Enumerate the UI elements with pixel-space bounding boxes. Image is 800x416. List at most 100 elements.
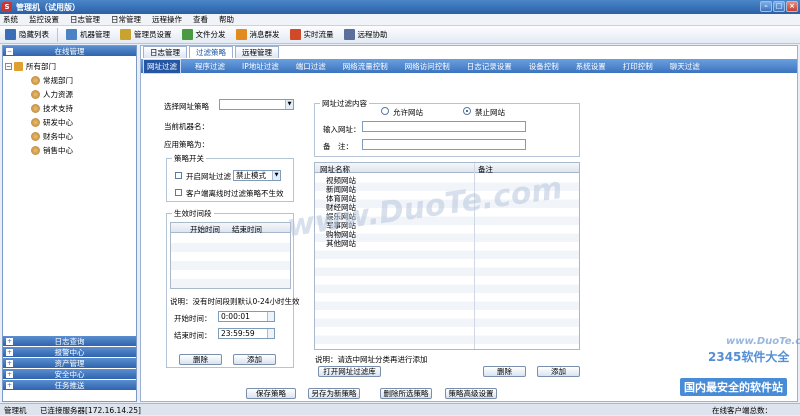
end-time-input[interactable]: 23:59:59 [218, 328, 275, 339]
subtab-program-filter[interactable]: 程序过滤 [192, 60, 228, 73]
subtab-device-control[interactable]: 设备控制 [526, 60, 562, 73]
chevron-down-icon: ▼ [285, 100, 293, 109]
menu-help[interactable]: 帮助 [219, 14, 234, 25]
message-broadcast-button[interactable]: 消息群发 [234, 29, 282, 40]
save-policy-button[interactable]: 保存策略 [246, 388, 296, 399]
nav-task-push[interactable]: + 任务推送 [3, 380, 136, 391]
subtab-print-control[interactable]: 打印控制 [620, 60, 656, 73]
remote-assist-button[interactable]: 远程协助 [342, 29, 390, 40]
policy-select[interactable]: ▼ [219, 99, 294, 110]
menu-daily-management[interactable]: 日常管理 [111, 14, 141, 25]
tree-item[interactable]: 技术支持 [31, 103, 73, 114]
open-url-library-button[interactable]: 打开网址过滤库 [318, 366, 381, 377]
advanced-policy-settings-button[interactable]: 策略高级设置 [445, 388, 497, 399]
subtab-system-settings[interactable]: 系统设置 [573, 60, 609, 73]
start-time-label: 开始时间： [174, 314, 212, 323]
spinner-icon[interactable] [267, 329, 274, 338]
allow-label: 允许网站 [393, 108, 423, 117]
note-input[interactable] [362, 139, 526, 150]
subtab-chat-filter[interactable]: 聊天过滤 [667, 60, 703, 73]
delete-selected-policy-button[interactable]: 删除所选策略 [380, 388, 432, 399]
subtab-ip-filter[interactable]: IP地址过滤 [239, 60, 282, 73]
enable-filter-label: 开启网址过滤 [186, 172, 231, 181]
expand-icon: + [6, 338, 13, 345]
left-panel: − 在线管理 − 所有部门 常规部门 人力资源 技术支持 研发中心 财务中心 销售… [2, 45, 137, 402]
tab-remote-management[interactable]: 远程管理 [235, 46, 279, 58]
url-delete-button[interactable]: 删除 [483, 366, 526, 377]
table-row[interactable]: 其他网站 [326, 238, 356, 249]
expand-icon: + [6, 349, 13, 356]
close-button[interactable]: × [786, 1, 798, 12]
deny-radio[interactable] [463, 107, 471, 115]
menu-bar: 系统 监控设置 日志管理 日常管理 远程操作 查看 帮助 [0, 14, 800, 26]
users-icon [31, 90, 40, 99]
chevron-down-icon: ▼ [272, 171, 280, 180]
deny-label: 禁止网站 [475, 108, 505, 117]
filter-tip: 说明：请选中网址分类再进行添加 [315, 355, 428, 364]
admin-settings-button[interactable]: 管理员设置 [118, 29, 174, 40]
menu-system[interactable]: 系统 [3, 14, 18, 25]
message-icon [235, 29, 247, 40]
traffic-icon [289, 29, 301, 40]
save-as-new-policy-button[interactable]: 另存为新策略 [308, 388, 360, 399]
url-add-button[interactable]: 添加 [537, 366, 580, 377]
nav-log-query[interactable]: + 日志查询 [3, 336, 136, 347]
menu-view[interactable]: 查看 [193, 14, 208, 25]
subtab-url-filter[interactable]: 网址过滤 [143, 58, 181, 74]
users-icon [31, 76, 40, 85]
menu-monitor-settings[interactable]: 监控设置 [29, 14, 59, 25]
subtab-log-settings[interactable]: 日志记录设置 [464, 60, 515, 73]
title-bar: S 管理机（试用版） – □ × [0, 0, 800, 14]
status-server: 已连接服务器[172.16.14.25] [40, 406, 141, 415]
time-delete-button[interactable]: 删除 [179, 354, 222, 365]
minimize-button[interactable]: – [760, 1, 772, 12]
window-title: 管理机（试用版） [16, 3, 80, 12]
sub-tabs: 网址过滤 程序过滤 IP地址过滤 端口过滤 网络流量控制 网络访问控制 日志记录… [141, 58, 797, 74]
online-management-header[interactable]: − 在线管理 [3, 46, 136, 57]
maximize-button[interactable]: □ [773, 1, 785, 12]
file-icon [181, 29, 193, 40]
watermark-slogan: 国内最安全的软件站 [680, 378, 787, 396]
spinner-icon[interactable] [267, 312, 274, 321]
toolbar: 隐藏列表 机器管理 管理员设置 文件分发 消息群发 实时流量 远程协助 [0, 26, 800, 44]
allow-radio[interactable] [381, 107, 389, 115]
tab-log-management[interactable]: 日志管理 [143, 46, 187, 58]
home-icon [14, 62, 23, 71]
tree-item[interactable]: 销售中心 [31, 145, 73, 156]
file-distribute-button[interactable]: 文件分发 [180, 29, 228, 40]
hide-list-button[interactable]: 隐藏列表 [3, 29, 51, 40]
machine-name-label: 当前机器名： [164, 122, 209, 131]
start-time-input[interactable]: 0:00:01 [218, 311, 275, 322]
subtab-port-filter[interactable]: 端口过滤 [293, 60, 329, 73]
tree-item[interactable]: 财务中心 [31, 131, 73, 142]
subtab-access-control[interactable]: 网络访问控制 [402, 60, 453, 73]
status-role: 管理机 [4, 406, 27, 415]
expand-icon: + [6, 371, 13, 378]
menu-log-management[interactable]: 日志管理 [70, 14, 100, 25]
realtime-traffic-button[interactable]: 实时流量 [288, 29, 336, 40]
tree-root[interactable]: − 所有部门 [5, 61, 56, 72]
subtab-traffic-control[interactable]: 网络流量控制 [340, 60, 391, 73]
tree-item[interactable]: 常规部门 [31, 75, 73, 86]
time-table-body [171, 234, 290, 288]
end-time-label: 结束时间： [174, 331, 212, 340]
computer-icon [66, 29, 77, 40]
tab-filter-policy[interactable]: 过滤策略 [189, 46, 233, 58]
url-input[interactable] [362, 121, 526, 132]
offline-disable-checkbox[interactable] [175, 189, 182, 196]
note-label: 备 注： [323, 142, 353, 151]
nav-alarm-center[interactable]: + 报警中心 [3, 347, 136, 358]
applied-policy-label: 应用策略为： [164, 140, 209, 149]
time-add-button[interactable]: 添加 [233, 354, 276, 365]
tree-item[interactable]: 研发中心 [31, 117, 73, 128]
time-table-header [171, 223, 290, 233]
menu-remote-operation[interactable]: 远程操作 [152, 14, 182, 25]
filter-mode-select[interactable]: 禁止模式 ▼ [233, 170, 281, 181]
watermark-url: www.DuoTe.com [726, 336, 800, 347]
nav-asset-management[interactable]: + 资产管理 [3, 358, 136, 369]
machine-management-button[interactable]: 机器管理 [64, 29, 112, 40]
enable-filter-checkbox[interactable] [175, 172, 182, 179]
tree-item[interactable]: 人力资源 [31, 89, 73, 100]
admin-icon [120, 29, 131, 40]
nav-security-center[interactable]: + 安全中心 [3, 369, 136, 380]
